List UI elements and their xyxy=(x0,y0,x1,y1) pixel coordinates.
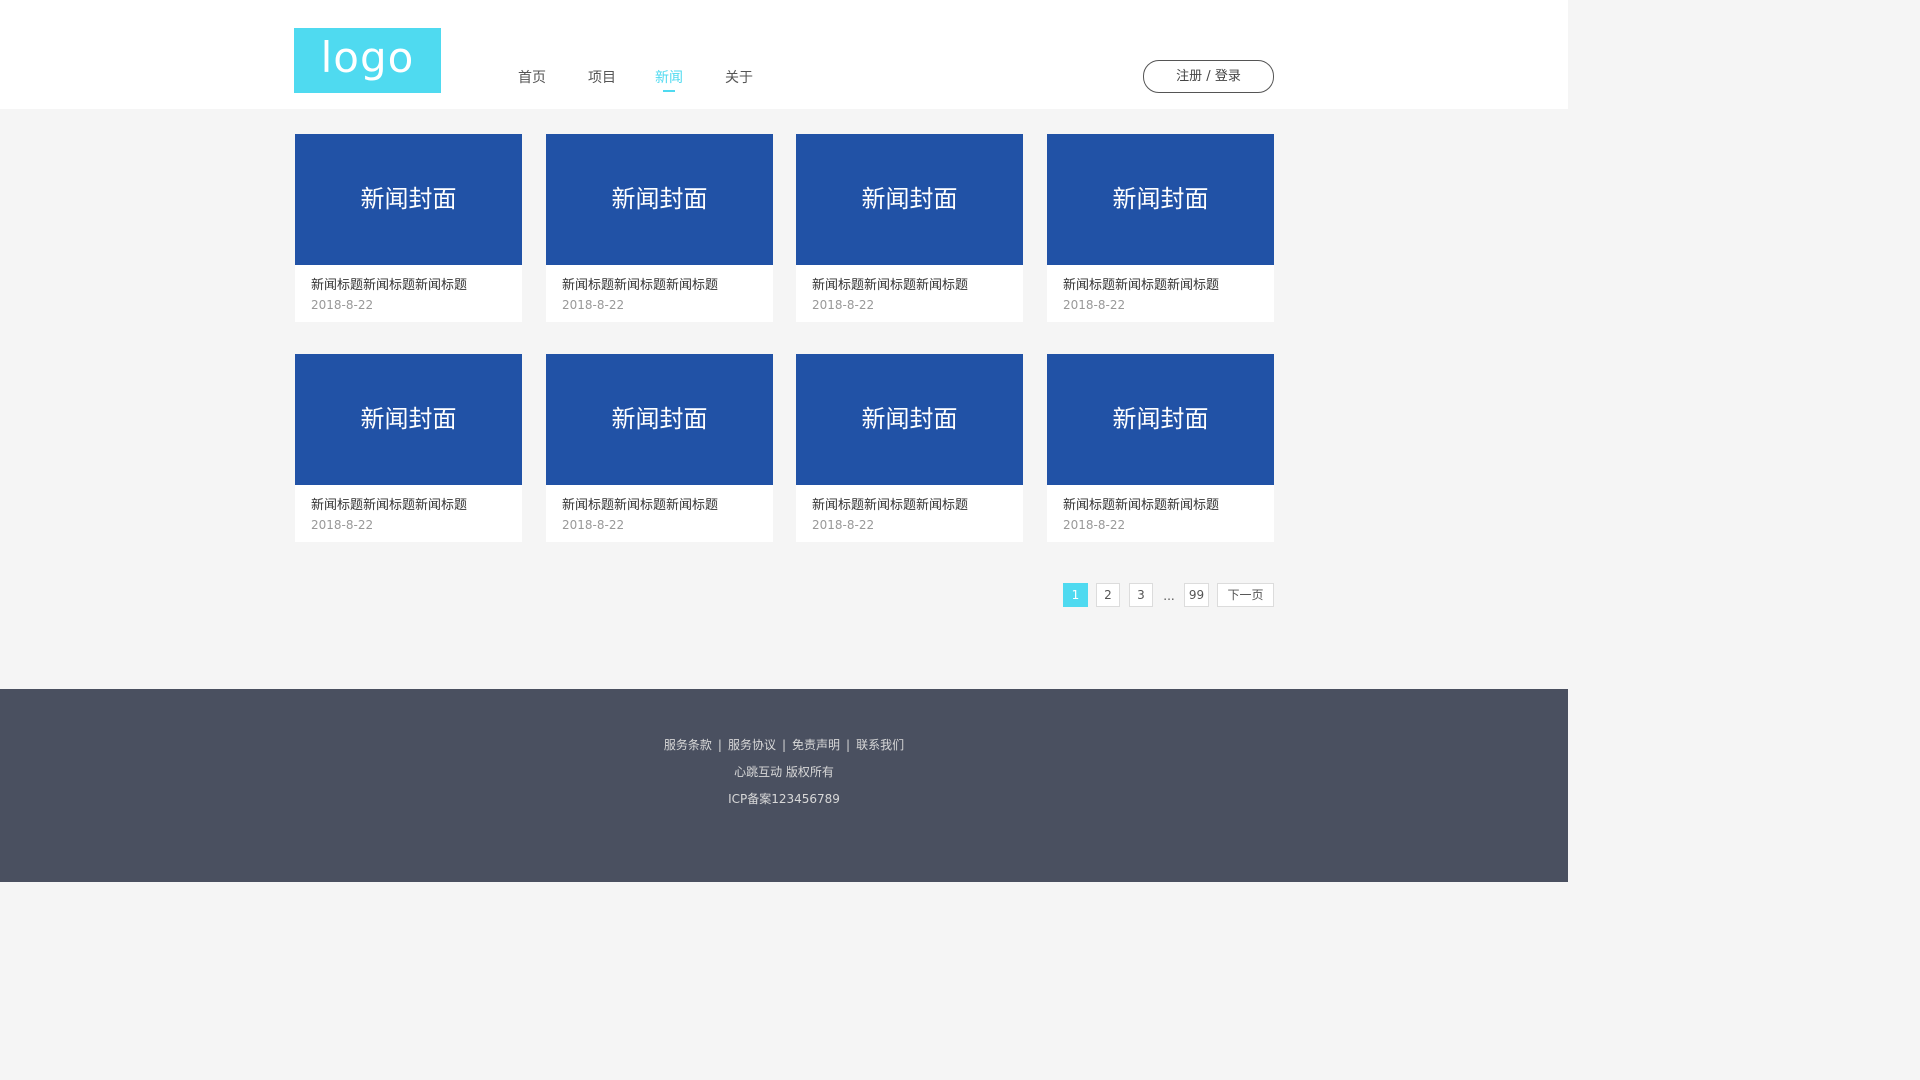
news-title[interactable]: 新闻标题新闻标题新闻标题 xyxy=(311,277,467,295)
nav-item-news[interactable]: 新闻 xyxy=(655,66,683,92)
news-card[interactable]: 新闻封面 新闻标题新闻标题新闻标题 2018-8-22 xyxy=(295,354,522,542)
news-card[interactable]: 新闻封面 新闻标题新闻标题新闻标题 2018-8-22 xyxy=(1047,134,1274,322)
news-card[interactable]: 新闻封面 新闻标题新闻标题新闻标题 2018-8-22 xyxy=(1047,354,1274,542)
next-page-button[interactable]: 下一页 xyxy=(1217,583,1274,607)
news-card[interactable]: 新闻封面 新闻标题新闻标题新闻标题 2018-8-22 xyxy=(796,354,1023,542)
news-cover[interactable]: 新闻封面 xyxy=(796,134,1023,265)
footer-separator: | xyxy=(717,738,722,752)
news-card[interactable]: 新闻封面 新闻标题新闻标题新闻标题 2018-8-22 xyxy=(796,134,1023,322)
header: logo 首页 项目 新闻 关于 注册 / 登录 xyxy=(0,0,1568,109)
news-title[interactable]: 新闻标题新闻标题新闻标题 xyxy=(1063,497,1219,515)
news-cover[interactable]: 新闻封面 xyxy=(796,354,1023,485)
news-date: 2018-8-22 xyxy=(311,518,374,532)
page-button-3[interactable]: 3 xyxy=(1129,583,1153,607)
footer-separator: | xyxy=(846,738,851,752)
register-login-button[interactable]: 注册 / 登录 xyxy=(1143,60,1274,93)
nav-item-home[interactable]: 首页 xyxy=(518,66,546,90)
news-card[interactable]: 新闻封面 新闻标题新闻标题新闻标题 2018-8-22 xyxy=(295,134,522,322)
footer-link-agreement[interactable]: 服务协议 xyxy=(728,738,776,752)
footer-copyright: 心跳互动 版权所有 xyxy=(734,765,834,779)
nav-item-about[interactable]: 关于 xyxy=(725,66,753,90)
news-title[interactable]: 新闻标题新闻标题新闻标题 xyxy=(562,497,718,515)
news-title[interactable]: 新闻标题新闻标题新闻标题 xyxy=(562,277,718,295)
page-button-1[interactable]: 1 xyxy=(1063,583,1088,607)
news-cover[interactable]: 新闻封面 xyxy=(295,134,522,265)
nav-item-label: 新闻 xyxy=(655,70,683,86)
nav-item-projects[interactable]: 项目 xyxy=(588,66,616,90)
nav-item-label: 项目 xyxy=(588,70,616,86)
news-card[interactable]: 新闻封面 新闻标题新闻标题新闻标题 2018-8-22 xyxy=(546,354,773,542)
news-cover[interactable]: 新闻封面 xyxy=(295,354,522,485)
news-date: 2018-8-22 xyxy=(562,518,625,532)
page-button-last[interactable]: 99 xyxy=(1184,583,1209,607)
news-cover[interactable]: 新闻封面 xyxy=(1047,134,1274,265)
nav-active-indicator xyxy=(663,90,675,92)
footer-link-contact[interactable]: 联系我们 xyxy=(856,738,904,752)
footer-links: 服务条款 | 服务协议 | 免责声明 | 联系我们 xyxy=(0,736,1568,754)
news-title[interactable]: 新闻标题新闻标题新闻标题 xyxy=(812,497,968,515)
footer-icp: ICP备案123456789 xyxy=(728,792,840,806)
news-cover[interactable]: 新闻封面 xyxy=(546,134,773,265)
footer-separator: | xyxy=(781,738,787,752)
page-button-2[interactable]: 2 xyxy=(1096,583,1120,607)
news-title[interactable]: 新闻标题新闻标题新闻标题 xyxy=(311,497,467,515)
nav-item-label: 关于 xyxy=(725,70,753,86)
news-date: 2018-8-22 xyxy=(1063,298,1126,312)
news-cover[interactable]: 新闻封面 xyxy=(546,354,773,485)
news-date: 2018-8-22 xyxy=(812,298,875,312)
footer: 服务条款 | 服务协议 | 免责声明 | 联系我们 心跳互动 版权所有 ICP备案12345… xyxy=(0,689,1568,882)
news-date: 2018-8-22 xyxy=(1063,518,1126,532)
nav-item-label: 首页 xyxy=(518,70,546,86)
news-date: 2018-8-22 xyxy=(812,518,875,532)
footer-link-disclaimer[interactable]: 免责声明 xyxy=(792,738,840,752)
page-ellipsis: ... xyxy=(1163,589,1175,603)
logo[interactable]: logo xyxy=(294,28,441,93)
footer-link-terms[interactable]: 服务条款 xyxy=(664,738,712,752)
news-cover[interactable]: 新闻封面 xyxy=(1047,354,1274,485)
news-card[interactable]: 新闻封面 新闻标题新闻标题新闻标题 2018-8-22 xyxy=(546,134,773,322)
news-title[interactable]: 新闻标题新闻标题新闻标题 xyxy=(812,277,968,295)
news-date: 2018-8-22 xyxy=(562,298,625,312)
news-date: 2018-8-22 xyxy=(311,298,374,312)
news-title[interactable]: 新闻标题新闻标题新闻标题 xyxy=(1063,277,1219,295)
